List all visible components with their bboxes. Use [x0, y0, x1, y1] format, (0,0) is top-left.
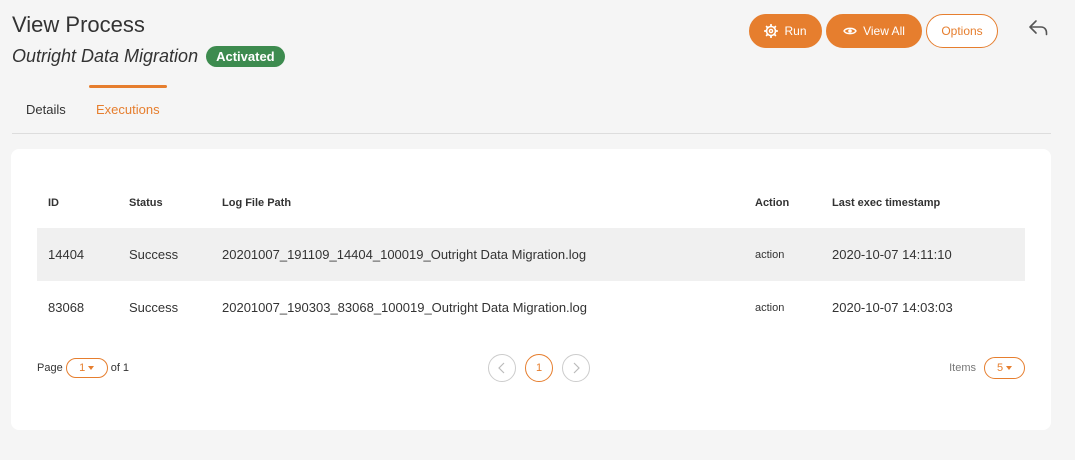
chevron-right-icon [573, 362, 580, 374]
tab-executions[interactable]: Executions [96, 86, 160, 133]
cell-id: 83068 [48, 300, 85, 315]
action-link[interactable]: action [755, 249, 784, 261]
tab-details[interactable]: Details [26, 86, 66, 133]
action-link[interactable]: action [755, 302, 784, 314]
column-header-id[interactable]: ID [48, 197, 59, 209]
page-selector-group: Page 1 of 1 [37, 356, 129, 380]
items-label: Items [949, 362, 976, 374]
back-icon[interactable] [1027, 16, 1051, 40]
toolbar: Run View All Options [749, 14, 998, 48]
options-button[interactable]: Options [926, 14, 998, 48]
column-header-last-exec-timestamp[interactable]: Last exec timestamp [832, 197, 940, 209]
cell-status: Success [129, 300, 179, 315]
page-label: Page [37, 362, 63, 374]
page-select-value: 1 [79, 362, 86, 374]
previous-page-button[interactable] [488, 354, 516, 382]
executions-card: ID Status Log File Path Action Last exec… [11, 149, 1051, 430]
view-all-button[interactable]: View All [826, 14, 922, 48]
eye-icon [843, 26, 857, 36]
cell-log-file-path: 20201007_190303_83068_100019_Outright Da… [222, 300, 588, 315]
next-page-button[interactable] [562, 354, 590, 382]
view-all-label: View All [863, 24, 905, 38]
status-badge: Activated [206, 46, 285, 67]
page-navigation: 1 [488, 354, 590, 382]
executions-table: ID Status Log File Path Action Last exec… [37, 177, 1025, 334]
cell-status: Success [129, 247, 179, 262]
items-per-page-group: Items 5 [949, 356, 1025, 380]
column-header-action[interactable]: Action [755, 197, 789, 209]
table-header: ID Status Log File Path Action Last exec… [37, 177, 1025, 228]
pagination: Page 1 of 1 1 Items 5 [37, 354, 1025, 384]
gear-icon [764, 24, 779, 38]
page-select[interactable]: 1 [65, 358, 108, 378]
column-header-status[interactable]: Status [129, 197, 163, 209]
items-per-page-select[interactable]: 5 [984, 357, 1025, 379]
cell-timestamp: 2020-10-07 14:11:10 [832, 247, 952, 262]
process-name: Outright Data Migration [12, 46, 199, 66]
column-header-log-file-path[interactable]: Log File Path [222, 197, 291, 209]
run-label: Run [784, 24, 807, 38]
cell-log-file-path: 20201007_191109_14404_100019_Outright Da… [222, 247, 587, 262]
process-subtitle-row: Outright Data Migration Activated [12, 46, 285, 67]
cell-timestamp: 2020-10-07 14:03:03 [832, 300, 953, 315]
cell-id: 14404 [48, 247, 85, 262]
items-per-page-value: 5 [996, 362, 1004, 374]
page-total-label: of 1 [110, 362, 130, 374]
tab-bar: Details Executions [12, 85, 1051, 134]
caret-down-icon [88, 366, 95, 370]
table-row[interactable]: 14404 Success 20201007_191109_14404_1000… [37, 228, 1025, 281]
chevron-left-icon [498, 362, 505, 374]
page-button-current[interactable]: 1 [525, 354, 553, 382]
table-row[interactable]: 83068 Success 20201007_190303_83068_1000… [37, 281, 1025, 334]
run-button[interactable]: Run [749, 14, 822, 48]
page-title: View Process [12, 12, 145, 37]
caret-down-icon [1006, 366, 1013, 370]
